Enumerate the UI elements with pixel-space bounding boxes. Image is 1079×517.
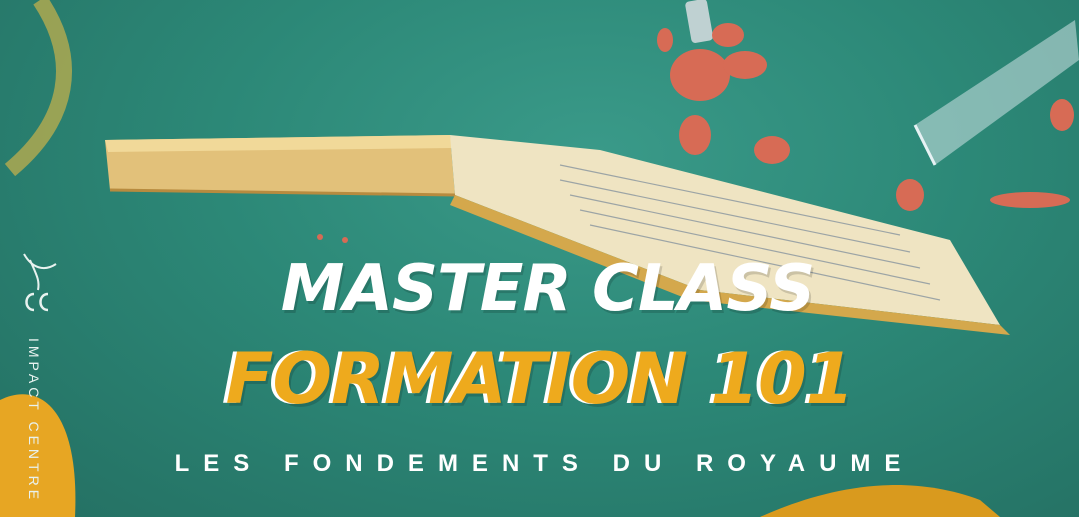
tagline: LES FONDEMENTS DU ROYAUME bbox=[174, 450, 915, 477]
glass-tube-icon bbox=[913, 20, 1079, 166]
glass-tube-icon bbox=[685, 0, 714, 43]
title-master-class: MASTER CLASS bbox=[280, 252, 815, 326]
title-formation-101: FORMATION 101 bbox=[225, 338, 855, 420]
yellow-shape-right bbox=[760, 485, 1000, 517]
yellow-curve-decoration bbox=[4, 0, 72, 177]
